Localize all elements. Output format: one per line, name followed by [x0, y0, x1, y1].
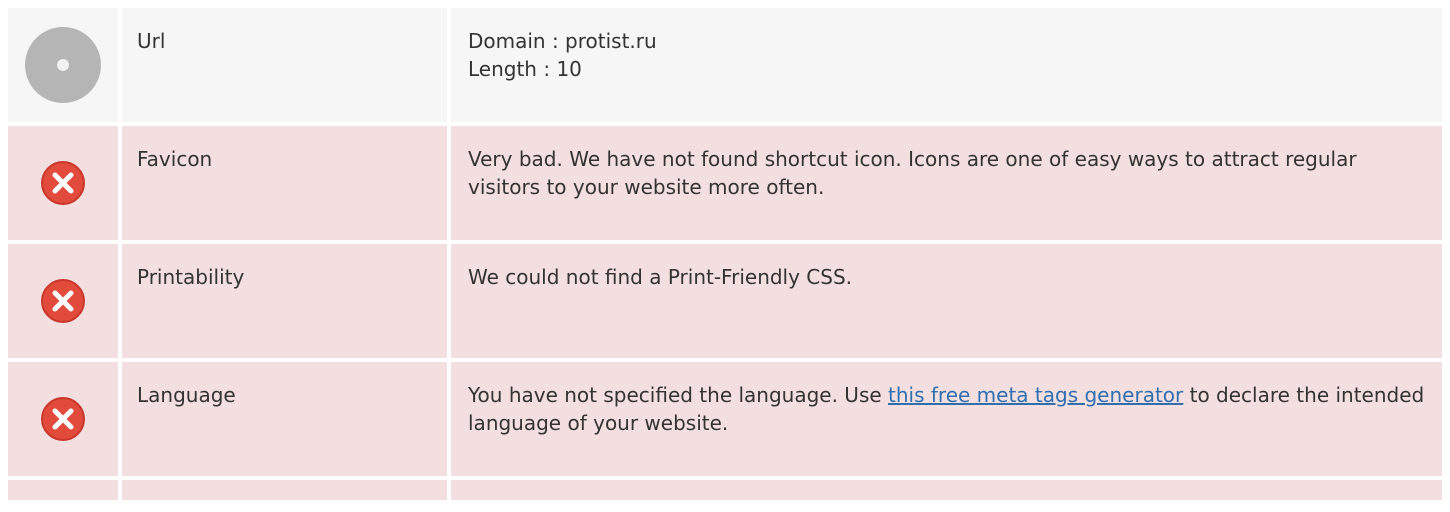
row-description: We could not find a Print-Friendly CSS. [451, 244, 1442, 358]
row-description: You have not specified the language. Use… [451, 362, 1442, 476]
status-cell [8, 8, 118, 122]
row-description [451, 480, 1442, 500]
error-x-icon [40, 160, 86, 206]
status-cell [8, 362, 118, 476]
meta-tags-generator-link[interactable]: this free meta tags generator [888, 383, 1183, 407]
error-x-icon [40, 278, 86, 324]
row-name: Printability [122, 244, 447, 358]
length-line: Length : 10 [468, 57, 582, 81]
status-cell [8, 244, 118, 358]
domain-line: Domain : protist.ru [468, 29, 657, 53]
language-text-before: You have not specified the language. Use [468, 383, 889, 407]
row-description: Domain : protist.ru Length : 10 [451, 8, 1442, 122]
row-name [122, 480, 447, 500]
error-x-icon [40, 396, 86, 442]
status-cell [8, 126, 118, 240]
report-row-next-partial [8, 480, 1442, 500]
report-row-language: Language You have not specified the lang… [8, 362, 1442, 476]
row-name: Language [122, 362, 447, 476]
report-row-url: Url Domain : protist.ru Length : 10 [8, 8, 1442, 122]
seo-report-table: Url Domain : protist.ru Length : 10 Favi… [8, 8, 1442, 504]
row-description: Very bad. We have not found shortcut ico… [451, 126, 1442, 240]
row-name: Url [122, 8, 447, 122]
neutral-dot-icon [23, 25, 103, 105]
report-row-printability: Printability We could not find a Print-F… [8, 244, 1442, 358]
status-cell [8, 480, 118, 500]
report-row-favicon: Favicon Very bad. We have not found shor… [8, 126, 1442, 240]
row-name: Favicon [122, 126, 447, 240]
